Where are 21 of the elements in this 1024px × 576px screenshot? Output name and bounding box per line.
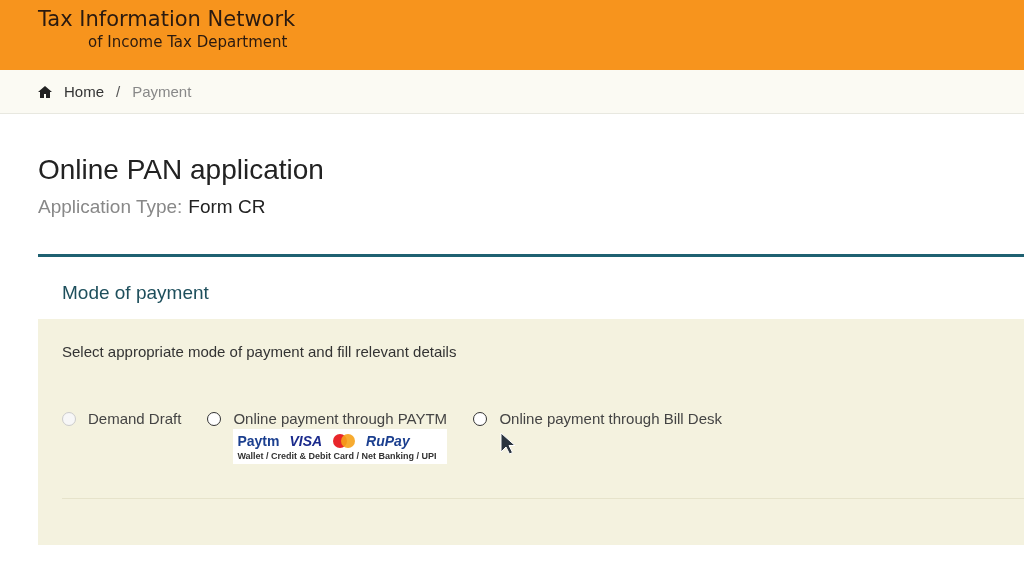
application-type-value: Form CR [188, 196, 266, 218]
radio-label[interactable]: Online payment through Bill Desk [499, 410, 722, 427]
instruction-text: Select appropriate mode of payment and fill relevant details [62, 343, 457, 360]
home-icon [38, 85, 52, 98]
banner-caption: Wallet / Credit & Debit Card / Net Banking / UPI [237, 451, 438, 461]
card-network-icon [332, 433, 357, 449]
radio-button[interactable] [207, 412, 222, 426]
radio-button[interactable] [473, 412, 488, 426]
site-subtitle: of Income Tax Department [88, 32, 288, 52]
breadcrumb-link[interactable]: Home [64, 83, 104, 100]
breadcrumb-separator: / [116, 83, 121, 100]
site-title: Tax Information Network [38, 6, 296, 32]
page-title: Online PAN application [38, 154, 324, 186]
rupay-logo: RuPay [366, 433, 410, 449]
section-title: Mode of payment [62, 282, 209, 303]
mouse-cursor-icon [500, 432, 516, 456]
breadcrumb-current: Payment [132, 83, 192, 100]
application-type-label: Application Type: [38, 196, 183, 218]
paytm-logo: Paytm [237, 433, 280, 449]
visa-logo: VISA [289, 433, 323, 449]
radio-label[interactable]: Online payment through PAYTM [233, 410, 448, 427]
